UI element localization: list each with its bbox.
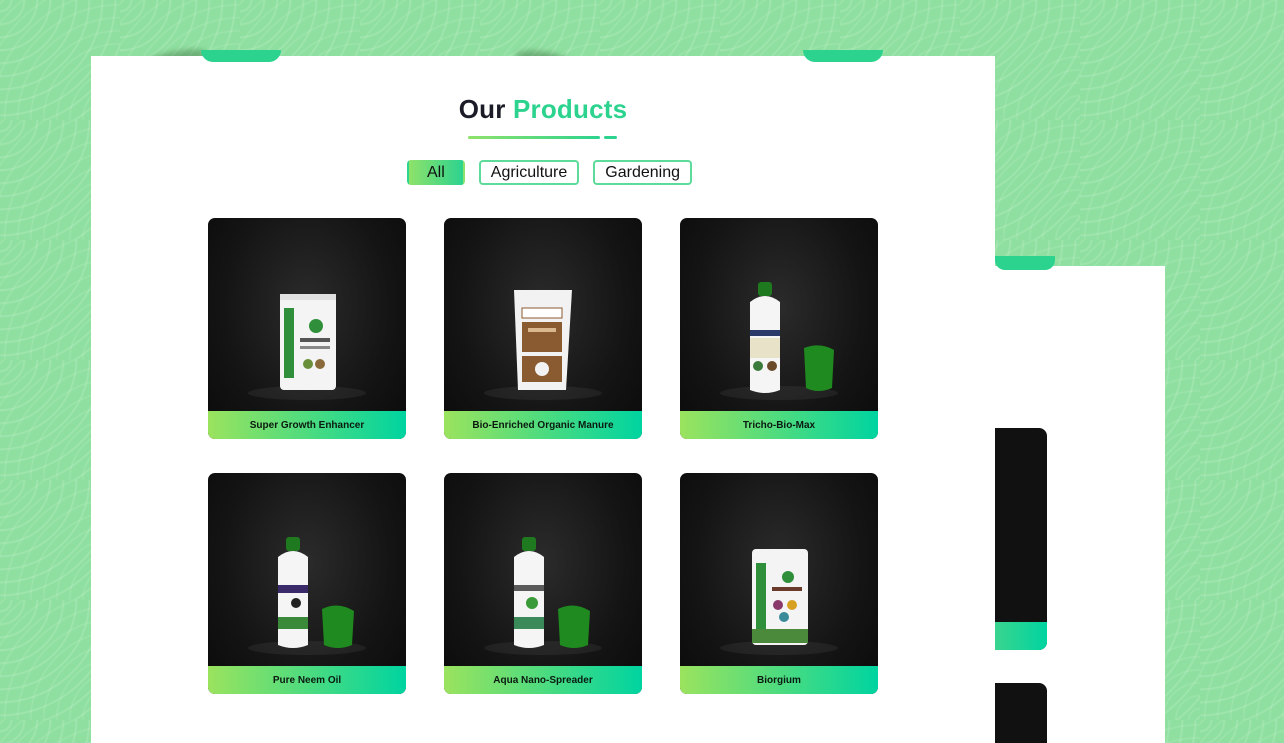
filter-agriculture-button[interactable]: Agriculture: [478, 160, 580, 185]
product-name: Aqua Nano-Spreader: [444, 666, 642, 694]
title-underline-dot: [604, 136, 617, 139]
product-name: Bio-Enriched Organic Manure: [444, 411, 642, 439]
product-sack-image: [514, 290, 572, 390]
product-card[interactable]: Biorgium: [680, 473, 878, 694]
product-bottle-image: [750, 282, 834, 393]
background-product-card: [995, 683, 1047, 743]
product-pouch-image: [752, 549, 808, 645]
product-name: Tricho-Bio-Max: [680, 411, 878, 439]
filter-gardening-button[interactable]: Gardening: [593, 160, 692, 185]
product-bottle-image: [514, 537, 590, 648]
products-section: Our Products All Agriculture Gardening S…: [91, 50, 995, 743]
product-card[interactable]: Aqua Nano-Spreader: [444, 473, 642, 694]
product-card[interactable]: Super Growth Enhancer: [208, 218, 406, 439]
filter-all-button[interactable]: All: [407, 160, 465, 185]
section-title: Our Products: [91, 94, 995, 125]
product-card[interactable]: Tricho-Bio-Max: [680, 218, 878, 439]
product-name: Pure Neem Oil: [208, 666, 406, 694]
section-title-highlight: Products: [512, 94, 628, 124]
background-product-card: [995, 428, 1047, 650]
background-decor-pill: [995, 256, 1055, 270]
product-pouch-image: [280, 294, 336, 390]
product-card[interactable]: Pure Neem Oil: [208, 473, 406, 694]
top-decor-pill: [803, 50, 883, 62]
filter-bar: All Agriculture Gardening: [407, 160, 692, 185]
product-name: Super Growth Enhancer: [208, 411, 406, 439]
product-card[interactable]: Bio-Enriched Organic Manure: [444, 218, 642, 439]
product-bottle-image: [278, 537, 354, 648]
section-title-main: Our: [458, 94, 506, 124]
product-name: Biorgium: [680, 666, 878, 694]
top-decor-pill: [201, 50, 281, 62]
title-underline: [468, 136, 600, 139]
